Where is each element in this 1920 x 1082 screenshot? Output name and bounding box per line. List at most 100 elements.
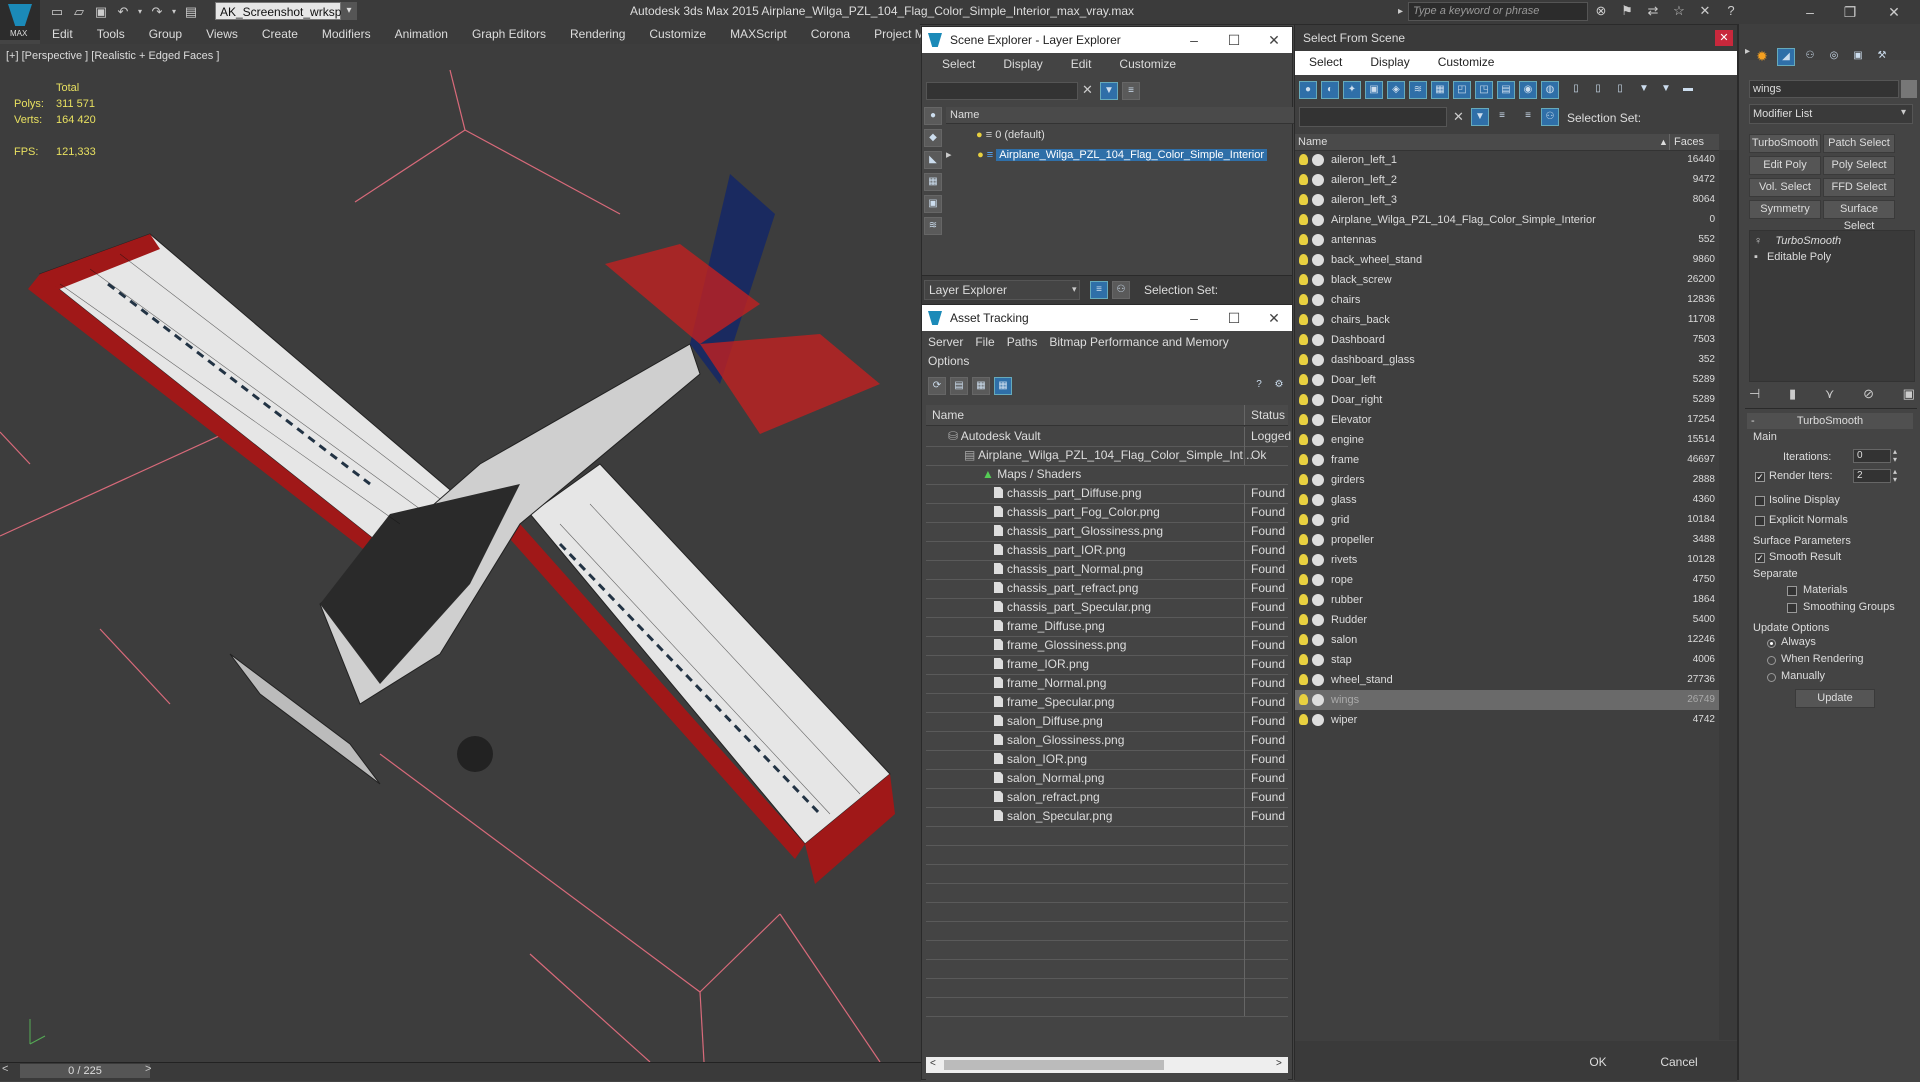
time-slider[interactable]: 0 / 225	[20, 1064, 150, 1078]
menu-animation[interactable]: Animation	[383, 24, 460, 44]
expand-arrow-icon[interactable]: ▸	[946, 145, 960, 165]
scroll-left-icon[interactable]: <	[930, 1058, 936, 1069]
se-display-cameras-icon[interactable]: ▣	[924, 195, 942, 213]
scene-object-row[interactable]: girders 2888	[1295, 470, 1719, 490]
se-layer-add-icon[interactable]: ≡	[1122, 82, 1140, 100]
visibility-bulb-icon[interactable]	[1299, 494, 1308, 505]
map-row[interactable]: frame_Normal.png Found	[926, 674, 1288, 694]
maximize-button[interactable]: ❐	[1830, 2, 1870, 22]
scene-object-row[interactable]: glass 4360	[1295, 490, 1719, 510]
scene-object-row[interactable]: rivets 10128	[1295, 550, 1719, 570]
at-menu-bitmap-performance[interactable]: Bitmap Performance and Memory	[1043, 331, 1234, 353]
patch-select-button[interactable]: Patch Select	[1823, 134, 1895, 153]
redo-dropdown-icon[interactable]: ▾	[170, 4, 178, 20]
explicit-normals-checkbox[interactable]	[1755, 516, 1765, 526]
se-menu-display[interactable]: Display	[989, 53, 1056, 75]
sfs-select-sets-icon[interactable]: ≡	[1493, 108, 1511, 126]
scene-object-row[interactable]: chairs 12836	[1295, 290, 1719, 310]
map-row[interactable]: salon_Glossiness.png Found	[926, 731, 1288, 751]
modifier-list-dropdown[interactable]: Modifier List	[1749, 104, 1913, 124]
hierarchy-tab-icon[interactable]: ⚇	[1801, 48, 1819, 66]
vault-row[interactable]: ⛁ Autodesk Vault Logged	[926, 427, 1291, 447]
sort-arrow-icon[interactable]: ▲	[1659, 134, 1668, 150]
scene-explorer-maximize[interactable]: ☐	[1214, 27, 1254, 53]
scene-object-row[interactable]: aileron_left_1 16440	[1295, 150, 1719, 170]
scene-object-row[interactable]: aileron_left_3 8064	[1295, 190, 1719, 210]
visibility-bulb-icon[interactable]	[1299, 574, 1308, 585]
scene-object-row[interactable]: Airplane_Wilga_PZL_104_Flag_Color_Simple…	[1295, 210, 1719, 230]
modifier-stack[interactable]: ♀ TurboSmooth ▪ Editable Poly	[1749, 230, 1915, 382]
stack-expand-icon[interactable]: ▪	[1750, 251, 1758, 263]
cancel-button[interactable]: Cancel	[1645, 1051, 1713, 1073]
binoculars-icon[interactable]: ⊗	[1592, 3, 1610, 19]
visibility-bulb-icon[interactable]	[1299, 194, 1308, 205]
sfs-col-name[interactable]: Name	[1295, 136, 1327, 148]
map-row[interactable]: chassis_part_Normal.png Found	[926, 560, 1288, 580]
lightbulb-icon[interactable]: ♀	[1750, 235, 1762, 247]
scene-object-row[interactable]: wheel_stand 27736	[1295, 670, 1719, 690]
sfs-titlebar[interactable]: Select From Scene ✕	[1295, 25, 1737, 51]
at-horizontal-scrollbar[interactable]: < >	[926, 1057, 1288, 1073]
se-menu-edit[interactable]: Edit	[1057, 53, 1106, 75]
scroll-right-icon[interactable]: >	[1276, 1058, 1282, 1069]
poly-select-button[interactable]: Poly Select	[1823, 156, 1895, 175]
visibility-bulb-icon[interactable]	[1299, 254, 1308, 265]
filter-xrefs-icon[interactable]: ◰	[1453, 81, 1471, 99]
sfs-object-list[interactable]: aileron_left_1 16440 aileron_left_2 9472 ail…	[1295, 150, 1719, 1000]
ok-button[interactable]: OK	[1571, 1051, 1625, 1073]
sfs-clear-search-icon[interactable]: ✕	[1453, 109, 1464, 125]
filter-spacewarps-icon[interactable]: ≋	[1409, 81, 1427, 99]
visibility-bulb-icon[interactable]	[1299, 434, 1308, 445]
at-settings-icon[interactable]: ⚙	[1270, 377, 1288, 395]
project-folder-icon[interactable]: ▤	[182, 4, 200, 20]
map-row[interactable]: salon_Normal.png Found	[926, 769, 1288, 789]
render-iters-spinner[interactable]: 2	[1853, 469, 1891, 483]
scene-object-row[interactable]: black_screw 26200	[1295, 270, 1719, 290]
scene-object-row[interactable]: Doar_right 5289	[1295, 390, 1719, 410]
visibility-bulb-icon[interactable]	[1299, 454, 1308, 465]
display-tab-icon[interactable]: ▣	[1849, 48, 1867, 66]
search-arrow-icon[interactable]: ▸	[1398, 6, 1403, 17]
map-row[interactable]: chassis_part_refract.png Found	[926, 579, 1288, 599]
stack-item-turbosmooth[interactable]: ♀ TurboSmooth	[1750, 233, 1914, 249]
workspace-selector[interactable]: AK_Screenshot_wrksp	[215, 2, 341, 20]
visibility-bulb-icon[interactable]	[1299, 474, 1308, 485]
sfs-find-filter-icon[interactable]: ▼	[1471, 108, 1489, 126]
at-col-status[interactable]: Status	[1244, 405, 1288, 425]
make-unique-icon[interactable]: ⋎	[1825, 386, 1835, 404]
dropdown-arrow-icon[interactable]: ▾	[1072, 284, 1077, 295]
configure-sets-icon[interactable]: ▣	[1903, 386, 1915, 404]
iterations-spinner[interactable]: 0	[1853, 449, 1891, 463]
visibility-bulb-icon[interactable]	[1299, 234, 1308, 245]
menu-tools[interactable]: Tools	[85, 24, 137, 44]
when-rendering-radio[interactable]	[1767, 656, 1776, 665]
map-row[interactable]: salon_Diffuse.png Found	[926, 712, 1288, 732]
create-tab-icon[interactable]: ✹	[1753, 48, 1771, 66]
show-end-result-icon[interactable]: ▮	[1789, 386, 1796, 404]
se-search-field[interactable]	[926, 82, 1078, 100]
sfs-close-button[interactable]: ✕	[1715, 30, 1733, 46]
se-menu-select[interactable]: Select	[928, 53, 989, 75]
render-iters-checkbox[interactable]: ✓	[1755, 472, 1765, 482]
filter-groups-icon[interactable]: ▦	[1431, 81, 1449, 99]
manually-radio[interactable]	[1767, 673, 1776, 682]
visibility-bulb-icon[interactable]	[1299, 154, 1308, 165]
isoline-display-checkbox[interactable]	[1755, 496, 1765, 506]
visibility-bulb-icon[interactable]	[1299, 694, 1308, 705]
sfs-layers-icon[interactable]: ≡	[1519, 108, 1537, 126]
smooth-result-checkbox[interactable]: ✓	[1755, 553, 1765, 563]
menu-customize[interactable]: Customize	[637, 24, 718, 44]
search-input[interactable]: Type a keyword or phrase	[1408, 2, 1588, 21]
asset-tracking-maximize[interactable]: ☐	[1214, 305, 1254, 331]
visibility-bulb-icon[interactable]	[1299, 614, 1308, 625]
visibility-bulb-icon[interactable]	[1299, 394, 1308, 405]
viewport-label[interactable]: [+] [Perspective ] [Realistic + Edged Fa…	[6, 50, 219, 62]
map-row[interactable]: salon_refract.png Found	[926, 788, 1288, 808]
filter-hidden-icon[interactable]: ◍	[1541, 81, 1559, 99]
save-file-icon[interactable]: ▣	[92, 4, 110, 20]
filter-bones-icon[interactable]: ◳	[1475, 81, 1493, 99]
display-none-icon[interactable]: ▯	[1589, 81, 1607, 99]
at-list[interactable]: ⛁ Autodesk Vault Logged ▤ Airplane_Wilga…	[926, 427, 1291, 1082]
map-row[interactable]: chassis_part_Glossiness.png Found	[926, 522, 1288, 542]
menu-edit[interactable]: Edit	[40, 24, 85, 44]
